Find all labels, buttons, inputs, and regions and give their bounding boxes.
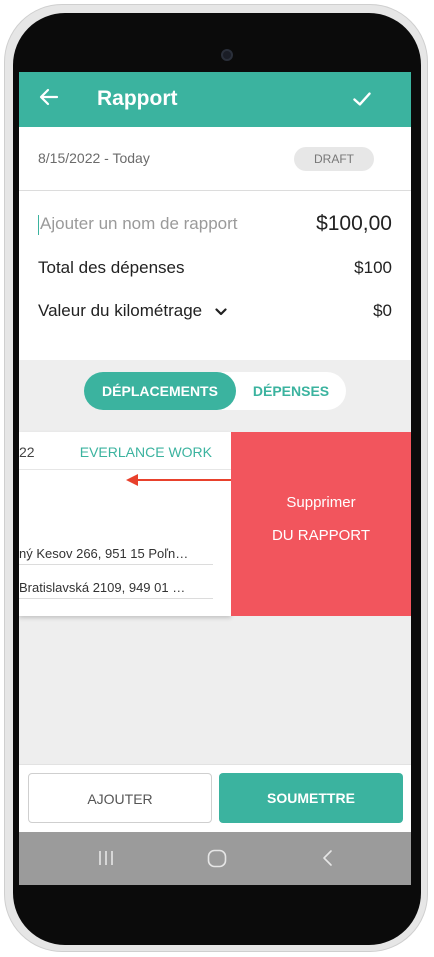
tab-deplacements[interactable]: DÉPLACEMENTS xyxy=(84,372,236,410)
chevron-down-icon[interactable] xyxy=(215,307,227,317)
mileage-label: Valeur du kilométrage xyxy=(38,301,203,320)
app-screen: Rapport 8/15/2022 - Today DRAFT Ajouter … xyxy=(19,72,411,885)
tab-depenses[interactable]: DÉPENSES xyxy=(236,372,346,410)
bottom-action-bar: AJOUTER SOUMETTRE xyxy=(19,764,411,832)
mileage-row[interactable]: Valeur du kilométrage $0 xyxy=(38,301,392,321)
back-icon[interactable] xyxy=(321,849,333,867)
trip-to-address: Bratislavská 2109, 949 01 … xyxy=(19,580,213,599)
mileage-value: $0 xyxy=(373,301,392,320)
delete-label-line2: DU RAPPORT xyxy=(271,527,371,544)
delete-from-report-button[interactable]: Supprimer DU RAPPORT xyxy=(231,432,411,616)
page-title: Rapport xyxy=(97,87,178,110)
report-summary: Ajouter un nom de rapport $100,00 Total … xyxy=(19,192,411,360)
trip-from-address: ný Kesov 266, 951 15 Poľn… xyxy=(19,546,213,565)
date-range-row[interactable]: 8/15/2022 - Today DRAFT xyxy=(19,127,411,191)
front-camera xyxy=(221,49,233,61)
trip-card-header: 22 EVERLANCE WORK xyxy=(19,432,231,470)
trip-category-tag: EVERLANCE WORK xyxy=(79,444,212,460)
trips-list-area: DÉPLACEMENTS DÉPENSES 22 EVERLANCE WORK … xyxy=(19,360,411,764)
app-bar: Rapport xyxy=(19,72,411,127)
check-icon[interactable] xyxy=(349,86,375,112)
trip-date: 22 xyxy=(19,444,35,460)
arrow-left-icon[interactable] xyxy=(37,85,61,109)
expenses-row: Total des dépenses $100 xyxy=(38,258,392,278)
date-range: 8/15/2022 - Today xyxy=(38,150,150,166)
expenses-value: $100 xyxy=(354,258,392,277)
delete-label-line1: Supprimer xyxy=(286,494,356,511)
trip-card[interactable]: 22 EVERLANCE WORK ný Kesov 266, 951 15 P… xyxy=(19,432,231,616)
recent-apps-icon[interactable] xyxy=(97,850,115,866)
total-amount: $100,00 xyxy=(316,212,392,235)
expenses-label: Total des dépenses xyxy=(38,258,185,277)
segmented-control: DÉPLACEMENTS DÉPENSES xyxy=(84,372,346,410)
status-badge: DRAFT xyxy=(294,147,374,171)
home-icon[interactable] xyxy=(207,849,227,868)
submit-button[interactable]: SOUMETTRE xyxy=(219,773,403,823)
system-nav-bar xyxy=(19,832,411,885)
text-cursor xyxy=(38,214,39,235)
add-button[interactable]: AJOUTER xyxy=(28,773,212,823)
report-name-field[interactable]: Ajouter un nom de rapport $100,00 xyxy=(38,212,392,235)
report-name-placeholder: Ajouter un nom de rapport xyxy=(40,214,238,233)
